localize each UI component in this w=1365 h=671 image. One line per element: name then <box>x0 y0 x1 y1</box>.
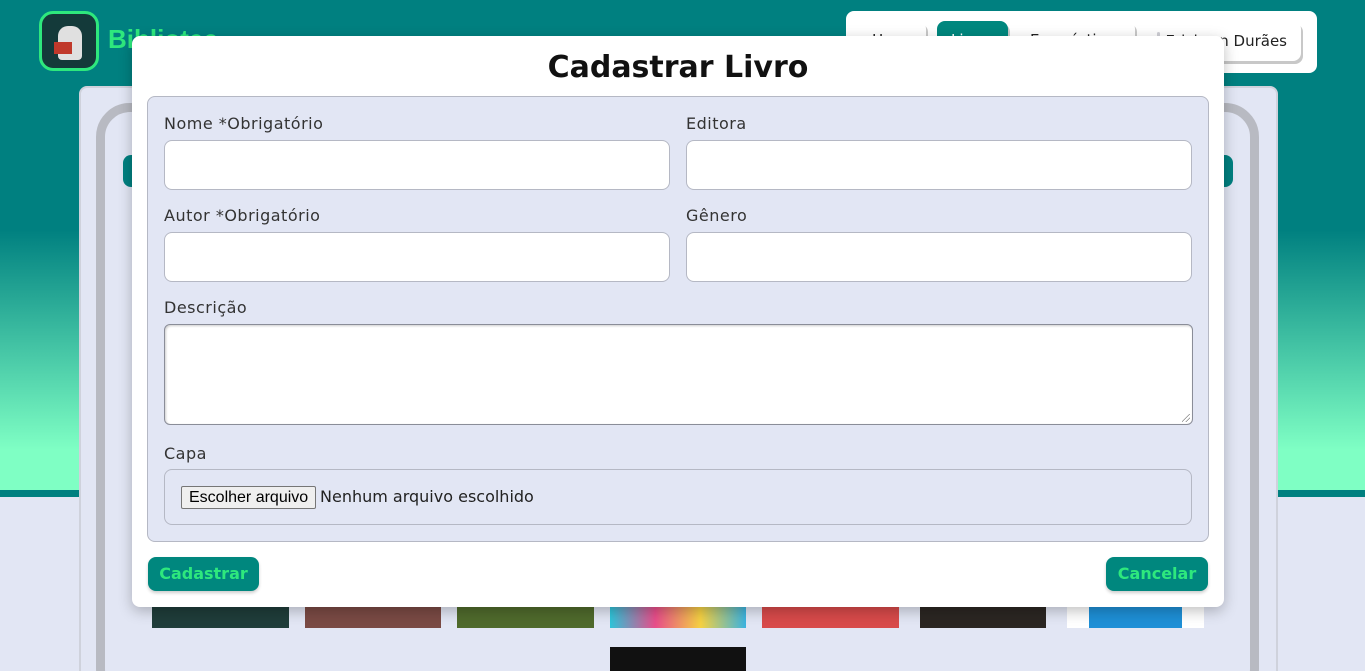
file-status: Nenhum arquivo escolhido <box>320 487 534 506</box>
editora-input[interactable] <box>686 140 1192 190</box>
capa-file-input: Escolher arquivo Nenhum arquivo escolhid… <box>164 469 1192 525</box>
book-cover[interactable] <box>610 647 746 671</box>
autor-input[interactable] <box>164 232 670 282</box>
descricao-textarea[interactable] <box>164 324 1193 425</box>
nome-input[interactable] <box>164 140 670 190</box>
capa-label: Capa <box>164 444 207 463</box>
register-book-modal: Cadastrar Livro Nome *Obrigatório Editor… <box>132 36 1224 607</box>
autor-label: Autor *Obrigatório <box>164 206 321 225</box>
app-logo[interactable] <box>39 11 99 71</box>
genero-label: Gênero <box>686 206 748 225</box>
genero-input[interactable] <box>686 232 1192 282</box>
cancel-button[interactable]: Cancelar <box>1106 557 1208 591</box>
modal-title: Cadastrar Livro <box>547 50 809 85</box>
editora-label: Editora <box>686 114 747 133</box>
descricao-label: Descrição <box>164 298 248 317</box>
book-icon <box>54 42 72 54</box>
choose-file-button[interactable]: Escolher arquivo <box>181 486 317 509</box>
resize-grip-icon[interactable] <box>1182 414 1190 422</box>
nome-label: Nome *Obrigatório <box>164 114 324 133</box>
submit-button[interactable]: Cadastrar <box>148 557 259 591</box>
book-form: Nome *Obrigatório Editora Autor *Obrigat… <box>147 96 1209 542</box>
